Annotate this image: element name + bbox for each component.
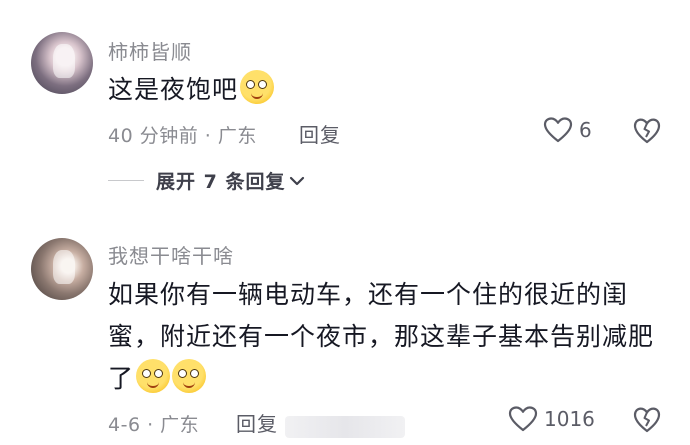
dislike-button[interactable] xyxy=(633,117,661,145)
like-count: 6 xyxy=(579,118,592,142)
avatar[interactable] xyxy=(31,238,93,300)
comment-time-location: 4-6 · 广东 xyxy=(108,414,200,436)
comment-username[interactable]: 柿柿皆顺 xyxy=(108,36,192,65)
comment-text-content: 这是夜饱吧 xyxy=(108,75,239,104)
comment-text-line: 了 xyxy=(108,364,135,393)
laughing-face-emoji-icon xyxy=(136,359,171,393)
laughing-face-emoji-icon xyxy=(172,359,207,393)
chevron-down-icon xyxy=(290,176,305,185)
comment-username[interactable]: 我想干啥干啥 xyxy=(108,240,234,269)
like-button[interactable]: 1016 xyxy=(508,405,595,433)
reply-button[interactable]: 回复 xyxy=(299,119,341,148)
comment-text-line: 如果你有一辆电动车，还有一个住的很近的闺 xyxy=(108,280,629,309)
expand-replies-button[interactable]: 展开 7 条回复 xyxy=(108,167,305,194)
heart-outline-icon xyxy=(508,406,538,432)
reply-button[interactable]: 回复 xyxy=(236,408,278,437)
broken-heart-icon xyxy=(633,118,661,144)
comment-text-line-last: 了 xyxy=(108,358,668,400)
expand-replies-label: 展开 7 条回复 xyxy=(156,171,286,193)
smiling-face-emoji-icon xyxy=(240,70,275,104)
avatar[interactable] xyxy=(31,32,93,94)
comment-text: 如果你有一辆电动车，还有一个住的很近的闺 蜜，附近还有一个夜市，那这辈子基本告别… xyxy=(108,274,668,400)
heart-outline-icon xyxy=(543,117,573,143)
comment-time-location: 40 分钟前 · 广东 xyxy=(108,125,257,147)
broken-heart-icon xyxy=(633,407,661,433)
like-count: 1016 xyxy=(544,407,595,431)
dislike-button[interactable] xyxy=(633,406,661,434)
like-button[interactable]: 6 xyxy=(543,116,592,144)
comment-text-line: 蜜，附近还有一个夜市，那这辈子基本告别减肥 xyxy=(108,322,655,351)
watermark-blur xyxy=(285,416,405,438)
comment-text: 这是夜饱吧 xyxy=(108,69,668,111)
divider-line xyxy=(108,180,144,181)
